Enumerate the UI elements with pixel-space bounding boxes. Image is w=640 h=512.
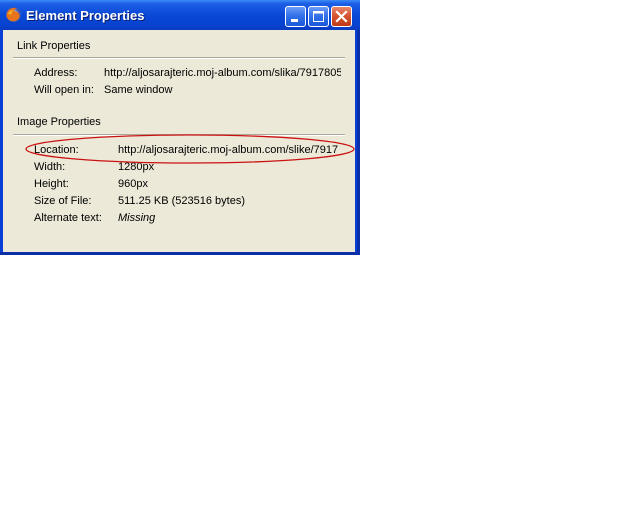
maximize-icon [313,11,324,22]
alternate-text-value: Missing [118,212,156,224]
width-label: Width: [34,161,66,173]
alternate-text-label: Alternate text: [34,212,102,224]
width-value: 1280px [118,161,155,173]
firefox-icon [6,7,21,22]
minimize-button[interactable] [285,6,306,27]
close-button[interactable] [331,6,352,27]
will-open-in-label: Will open in: [34,84,94,96]
element-properties-window: Element Properties Link Properties Addre… [0,0,360,255]
address-label: Address: [34,67,78,79]
height-label: Height: [34,178,69,190]
location-label: Location: [34,144,79,156]
window-title: Element Properties [26,8,145,23]
maximize-button[interactable] [308,6,329,27]
image-properties-separator [13,134,345,136]
dialog-body: Link Properties Address: http://aljosara… [3,30,355,252]
size-of-file-label: Size of File: [34,195,92,207]
will-open-in-value: Same window [104,84,173,96]
title-bar[interactable]: Element Properties [0,0,360,30]
location-value[interactable]: http://aljosarajteric.moj-album.com/slik… [118,144,355,156]
height-value: 960px [118,178,148,190]
link-properties-heading: Link Properties [17,40,91,52]
link-properties-separator [13,57,345,59]
image-properties-heading: Image Properties [17,116,101,128]
close-icon [335,10,348,23]
address-value[interactable]: http://aljosarajteric.moj-album.com/slik… [104,67,341,79]
size-of-file-value: 511.25 KB (523516 bytes) [118,195,245,207]
minimize-icon [291,19,298,22]
